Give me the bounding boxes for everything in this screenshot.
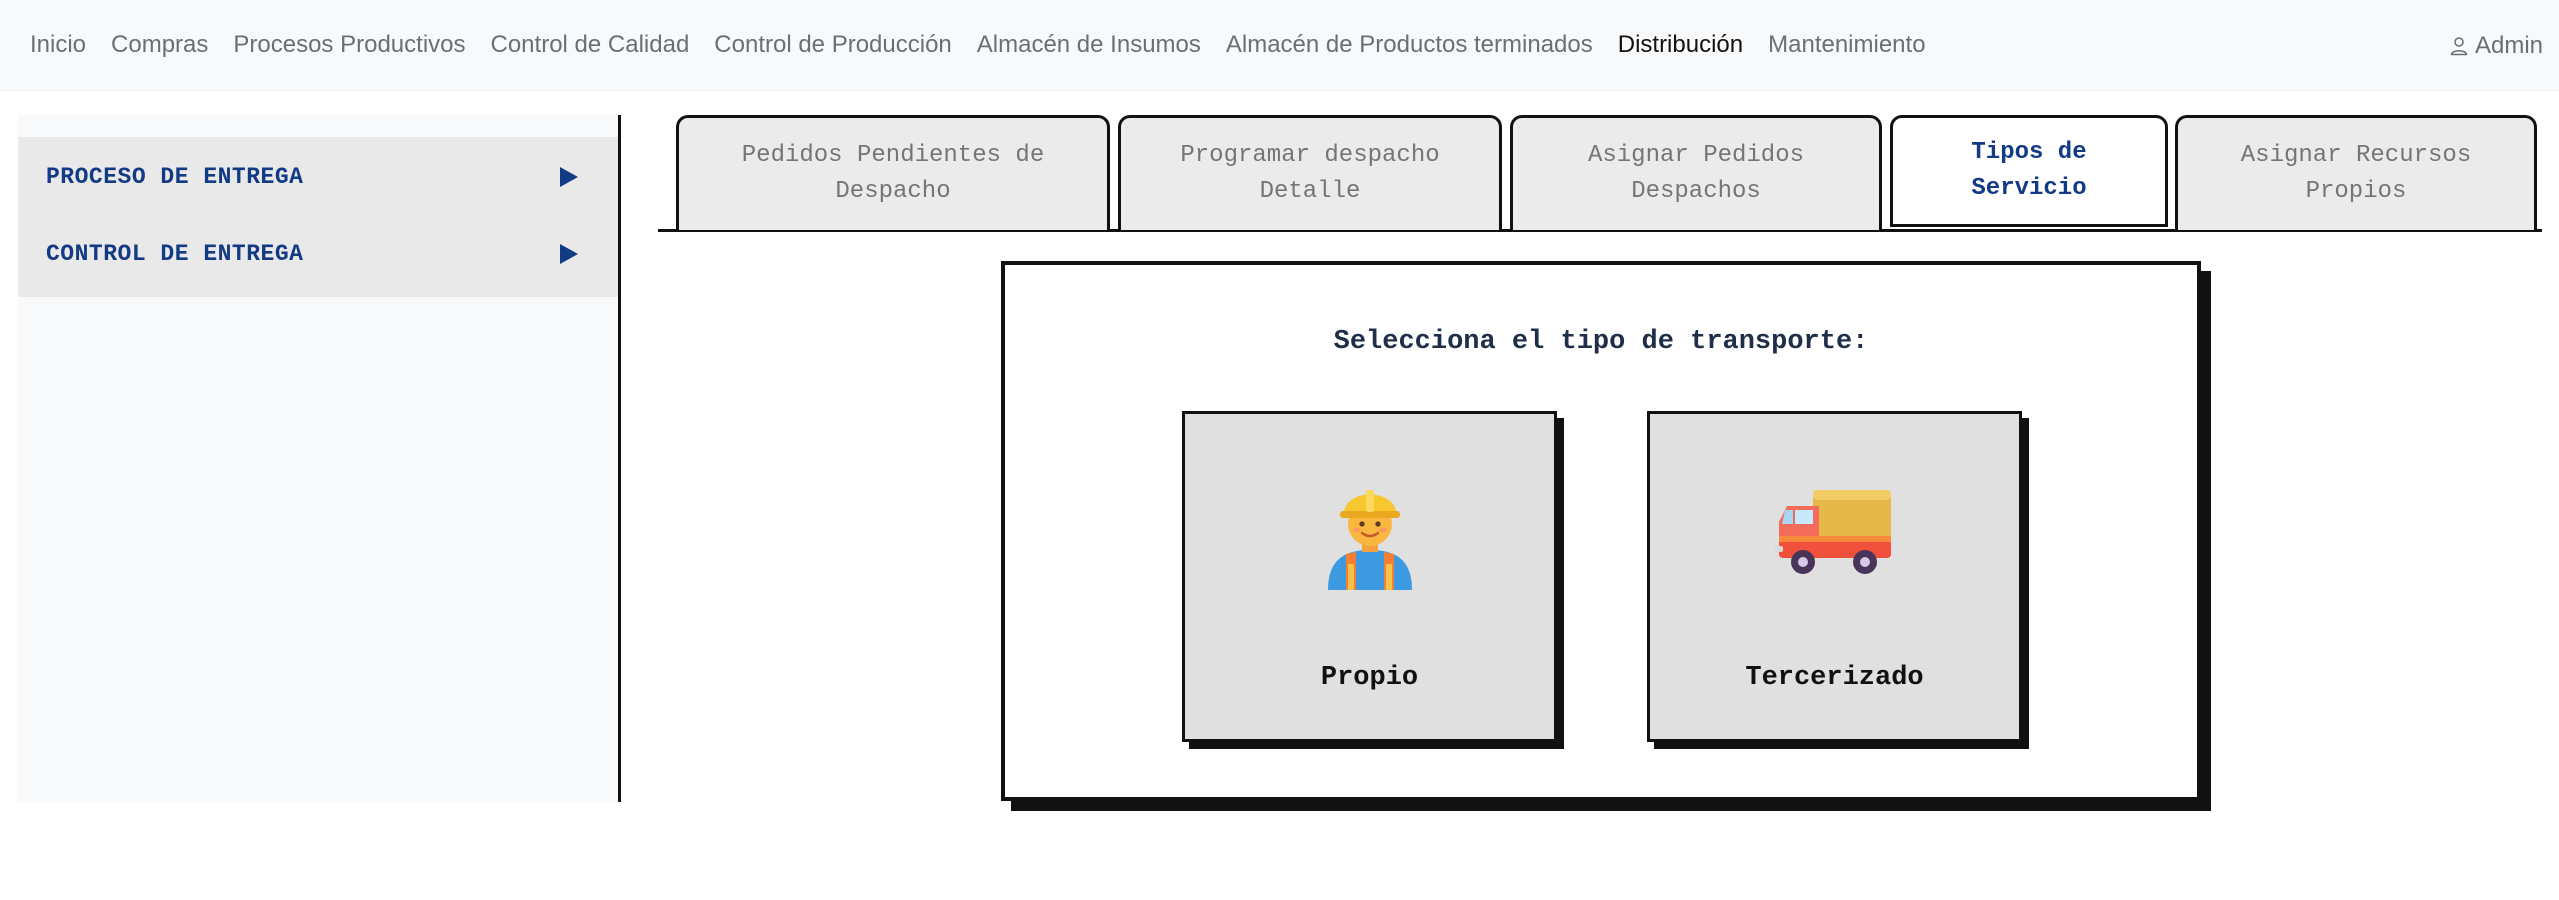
option-tercerizado-label: Tercerizado bbox=[1745, 663, 1924, 693]
delivery-truck-icon bbox=[1774, 490, 1891, 574]
user-name: Admin bbox=[2474, 31, 2543, 59]
tab-bar: Pedidos Pendientes de Despacho Programar… bbox=[658, 115, 2542, 232]
nav-item-control-produccion[interactable]: Control de Producción bbox=[714, 31, 951, 59]
nav-item-control-calidad[interactable]: Control de Calidad bbox=[491, 31, 690, 59]
sidebar-menu: PROCESO DE ENTREGA CONTROL DE ENTREGA bbox=[18, 137, 618, 297]
tab-pedidos-pendientes[interactable]: Pedidos Pendientes de Despacho bbox=[676, 115, 1110, 230]
sidebar-item-control-entrega[interactable]: CONTROL DE ENTREGA bbox=[18, 217, 618, 297]
tab-label: Asignar Recursos Propios bbox=[2240, 142, 2472, 205]
top-navbar: Inicio Compras Procesos Productivos Cont… bbox=[0, 0, 2559, 91]
nav-item-almacen-insumos[interactable]: Almacén de Insumos bbox=[977, 31, 1201, 59]
panel-title: Selecciona el tipo de transporte: bbox=[1333, 327, 1869, 357]
nav-item-distribucion[interactable]: Distribución bbox=[1618, 31, 1743, 59]
tab-programar-despacho[interactable]: Programar despacho Detalle bbox=[1118, 115, 1502, 230]
sidebar-item-proceso-entrega[interactable]: PROCESO DE ENTREGA bbox=[18, 137, 618, 217]
construction-worker-icon bbox=[1327, 490, 1412, 590]
sidebar-item-label: PROCESO DE ENTREGA bbox=[46, 164, 304, 190]
nav-item-inicio[interactable]: Inicio bbox=[30, 31, 86, 59]
arrow-right-icon bbox=[560, 244, 578, 264]
sidebar-item-label: CONTROL DE ENTREGA bbox=[46, 241, 304, 267]
nav-item-procesos-productivos[interactable]: Procesos Productivos bbox=[233, 31, 465, 59]
transport-type-panel: Selecciona el tipo de transporte: Propio… bbox=[1001, 261, 2201, 801]
option-propio-label: Propio bbox=[1320, 663, 1419, 693]
arrow-right-icon bbox=[560, 167, 578, 187]
tab-asignar-pedidos[interactable]: Asignar Pedidos Despachos bbox=[1510, 115, 1882, 230]
option-tercerizado-card[interactable]: Tercerizado bbox=[1647, 411, 2022, 742]
tab-label: Asignar Pedidos Despachos bbox=[1587, 142, 1805, 205]
nav-item-mantenimiento[interactable]: Mantenimiento bbox=[1768, 31, 1925, 59]
user-menu[interactable]: Admin bbox=[2449, 0, 2543, 91]
user-icon bbox=[2450, 36, 2468, 55]
nav-item-almacen-productos-terminados[interactable]: Almacén de Productos terminados bbox=[1226, 31, 1593, 59]
option-propio-card[interactable]: Propio bbox=[1182, 411, 1557, 742]
sidebar: PROCESO DE ENTREGA CONTROL DE ENTREGA bbox=[18, 115, 621, 802]
tab-label: Tipos de Servicio bbox=[1971, 139, 2087, 202]
tab-tipos-servicio[interactable]: Tipos de Servicio bbox=[1890, 115, 2168, 227]
tab-label: Pedidos Pendientes de Despacho bbox=[741, 142, 1045, 205]
tab-label: Programar despacho Detalle bbox=[1180, 142, 1440, 205]
tab-asignar-recursos[interactable]: Asignar Recursos Propios bbox=[2175, 115, 2537, 230]
nav-item-compras[interactable]: Compras bbox=[111, 31, 208, 59]
